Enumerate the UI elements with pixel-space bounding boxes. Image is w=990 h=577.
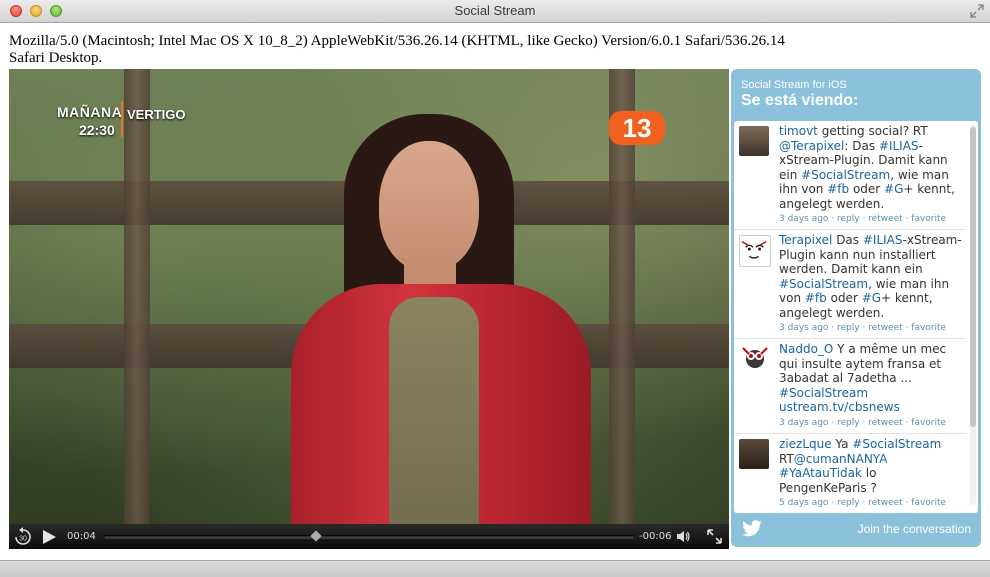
tweet-username[interactable]: ziezLque	[779, 437, 832, 451]
twitter-bird-icon	[742, 520, 762, 537]
mention-link[interactable]: @Terapixel	[779, 139, 844, 153]
tweet-body: Naddo_O Y a même un mec qui insulte ayte…	[779, 342, 964, 430]
title-bar: Social Stream	[0, 0, 990, 23]
user-agent-text: Mozilla/5.0 (Macintosh; Intel Mac OS X 1…	[9, 33, 785, 67]
hashtag-link[interactable]: #G	[884, 182, 903, 196]
hashtag-link[interactable]: #fb	[805, 291, 827, 305]
volume-icon[interactable]	[676, 530, 690, 543]
tweet-text: oder	[826, 291, 862, 305]
hashtag-link[interactable]: #SocialStream	[801, 168, 890, 182]
video-player[interactable]: MAÑANA VERTIGO 22:30 13 30 00:04 -00:06	[9, 69, 729, 549]
join-conversation-link[interactable]: Join the conversation	[858, 522, 971, 536]
tweet-item: ziezLque Ya #SocialStream RT@cumanNANYA #…	[734, 434, 966, 513]
mention-link[interactable]: @cumanNANYA	[794, 452, 888, 466]
skip-back-icon[interactable]: 30	[13, 527, 33, 547]
hashtag-link[interactable]: #ILIAS	[863, 233, 903, 247]
tv-overlay-show: VERTIGO	[127, 107, 186, 122]
window-title: Social Stream	[454, 3, 536, 18]
tv-overlay-channel: MAÑANA	[57, 104, 123, 120]
tv-overlay-separator	[121, 101, 123, 137]
tweet-text: : Das	[844, 138, 879, 153]
tweet-item: timovt getting social? RT @Terapixel: Da…	[734, 121, 966, 230]
tweet-text: oder	[849, 182, 885, 196]
remaining-time: -00:06	[639, 531, 672, 542]
hashtag-link[interactable]: #fb	[827, 182, 849, 196]
widget-title: Se está viendo:	[741, 92, 859, 109]
channel-logo: 13	[609, 111, 665, 145]
tweet-username[interactable]: Naddo_O	[779, 342, 833, 356]
progress-scrubber[interactable]	[104, 530, 634, 542]
avatar[interactable]	[739, 126, 769, 156]
skip-back-label: 30	[19, 536, 27, 543]
avatar[interactable]	[739, 344, 769, 374]
hashtag-link[interactable]: #ILIAS	[879, 139, 919, 153]
scrubber-knob[interactable]	[310, 530, 322, 542]
avatar-drawing	[742, 347, 768, 368]
hashtag-link[interactable]: #G	[862, 291, 881, 305]
url-link[interactable]: ustream.tv/cbsnews	[779, 400, 900, 414]
avatar-drawing	[741, 240, 767, 259]
browser-window: Social Stream Mozilla/5.0 (Macintosh; In…	[0, 0, 990, 577]
tweet-username[interactable]: timovt	[779, 124, 818, 138]
tweet-actions[interactable]: 3 days ago · reply · retweet · favorite	[779, 212, 964, 227]
avatar[interactable]	[739, 439, 769, 469]
widget-subtitle: Social Stream for iOS	[741, 79, 847, 91]
presenter-face	[379, 141, 479, 271]
tweet-actions[interactable]: 3 days ago · reply · retweet · favorite	[779, 416, 964, 431]
elapsed-time: 00:04	[67, 531, 96, 542]
hashtag-link[interactable]: #SocialStream	[852, 437, 941, 451]
tweet-list[interactable]: timovt getting social? RT @Terapixel: Da…	[734, 121, 978, 513]
tweet-item: Naddo_O Y a même un mec qui insulte ayte…	[734, 339, 966, 434]
hashtag-link[interactable]: #SocialStream	[779, 277, 868, 291]
tweet-text: Ya	[831, 437, 853, 451]
tweet-text: Das	[832, 233, 863, 247]
tweet-text: getting social? RT	[817, 124, 928, 138]
fence-post	[124, 69, 150, 524]
play-icon[interactable]	[41, 529, 57, 545]
tweet-actions[interactable]: 3 days ago · reply · retweet · favorite	[779, 321, 964, 336]
tweet-scrollbar[interactable]	[970, 125, 976, 505]
tweet-username[interactable]: Terapixel	[779, 233, 832, 247]
hashtag-link[interactable]: #SocialStream	[779, 386, 868, 400]
scrollbar-thumb[interactable]	[970, 127, 976, 427]
tv-overlay-time: 22:30	[79, 122, 115, 138]
fullscreen-video-icon[interactable]	[707, 529, 722, 544]
tweet-body: Terapixel Das #ILIAS-xStream-Plugin kann…	[779, 233, 964, 336]
platform-line: Safari Desktop.	[9, 50, 103, 66]
window-bottom-bar	[0, 560, 990, 577]
fullscreen-icon[interactable]	[970, 4, 984, 18]
tweet-body: timovt getting social? RT @Terapixel: Da…	[779, 124, 964, 227]
presenter-shirt	[389, 297, 479, 549]
tweet-body: ziezLque Ya #SocialStream RT@cumanNANYA #…	[779, 437, 964, 511]
social-stream-widget: Social Stream for iOS Se está viendo: ti…	[731, 69, 981, 547]
avatar[interactable]	[739, 235, 771, 267]
hashtag-link[interactable]: #YaAtauTidak	[779, 466, 862, 480]
tweet-text: RT	[779, 451, 794, 466]
tweet-item: Terapixel Das #ILIAS-xStream-Plugin kann…	[734, 230, 966, 339]
video-controls: 30 00:04 -00:06	[9, 524, 729, 549]
tweet-actions[interactable]: 5 days ago · reply · retweet · favorite	[779, 496, 964, 511]
user-agent-line: Mozilla/5.0 (Macintosh; Intel Mac OS X 1…	[9, 33, 785, 49]
